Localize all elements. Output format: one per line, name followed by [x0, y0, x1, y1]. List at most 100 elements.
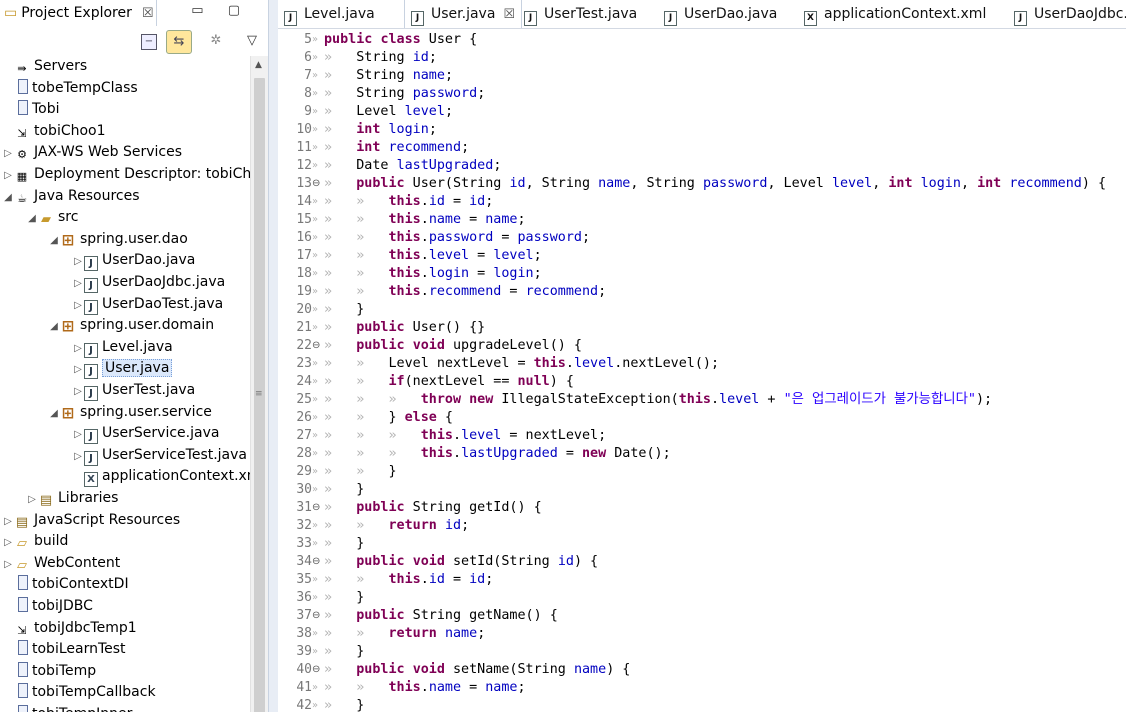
- collapsed-icon[interactable]: ▷: [26, 489, 38, 510]
- tree-item[interactable]: ▷ ▦ Deployment Descriptor: tobiCh: [2, 164, 250, 185]
- code-line[interactable]: » public void setId(String id) {: [324, 553, 598, 571]
- fold-collapse-icon[interactable]: ⊖: [312, 499, 322, 517]
- collapsed-icon[interactable]: ▷: [2, 532, 14, 553]
- expanded-icon[interactable]: ◢: [48, 230, 60, 251]
- code-line[interactable]: » » » this.level = nextLevel;: [324, 427, 606, 445]
- code-line[interactable]: » }: [324, 697, 364, 712]
- tree-item[interactable]: ▷ ▱ build: [2, 531, 68, 552]
- collapsed-icon[interactable]: ▷: [2, 143, 14, 164]
- tree-item[interactable]: tobiTemp: [2, 661, 96, 682]
- tree-item[interactable]: Tobi: [2, 99, 60, 120]
- expanded-icon[interactable]: ◢: [2, 187, 14, 208]
- code-line[interactable]: » }: [324, 481, 364, 499]
- code-line[interactable]: » » return id;: [324, 517, 469, 535]
- editor-tab[interactable]: J UserDaoJdbc.ja: [1014, 0, 1126, 28]
- code-line[interactable]: » » this.level = level;: [324, 247, 542, 265]
- code-line[interactable]: » }: [324, 589, 364, 607]
- tree-item[interactable]: ▷ ▤ Libraries: [26, 488, 118, 509]
- fold-collapse-icon[interactable]: ⊖: [312, 553, 322, 571]
- editor-tab[interactable]: J UserDao.java: [664, 0, 777, 28]
- code-line[interactable]: » » this.id = id;: [324, 571, 493, 589]
- code-line[interactable]: » » } else {: [324, 409, 453, 427]
- code-line[interactable]: » }: [324, 643, 364, 661]
- tree-item[interactable]: ◢ ☕ Java Resources: [2, 186, 139, 208]
- code-line[interactable]: » public String getId() {: [324, 499, 542, 517]
- editor-body[interactable]: 5» 6» 7» 8» 9» 10» 11» 12» 13 ⊖ 14» 15» 16» 17» 18» 19»…: [278, 28, 1126, 712]
- code-line[interactable]: » » this.name = name;: [324, 679, 526, 697]
- tree-item[interactable]: ◢ ⊞ spring.user.dao: [48, 229, 188, 250]
- collapsed-icon[interactable]: ▷: [72, 295, 84, 316]
- collapsed-icon[interactable]: ▷: [72, 338, 84, 359]
- code-line[interactable]: » }: [324, 535, 364, 553]
- tree-item[interactable]: ▷ J UserTest.java: [72, 380, 195, 401]
- fold-collapse-icon[interactable]: ⊖: [312, 607, 322, 625]
- collapsed-icon[interactable]: ▷: [72, 424, 84, 445]
- tree-item[interactable]: tobiTempCallback: [2, 682, 156, 703]
- tree-item[interactable]: tobeTempClass: [2, 78, 138, 99]
- collapsed-icon[interactable]: ▷: [2, 511, 14, 532]
- explorer-tab[interactable]: ▭ Project Explorer ☒: [0, 0, 157, 26]
- code-line[interactable]: » » this.login = login;: [324, 265, 542, 283]
- tree-item[interactable]: ⇲ tobiChoo1: [2, 121, 105, 142]
- tree-item[interactable]: tobiContextDI: [2, 574, 129, 595]
- fold-collapse-icon[interactable]: ⊖: [312, 661, 322, 679]
- link-with-editor-icon[interactable]: ⇆: [166, 30, 192, 54]
- editor-tab[interactable]: J Level.java: [284, 0, 375, 28]
- expanded-icon[interactable]: ◢: [48, 316, 60, 337]
- tree-item[interactable]: ▷ J UserService.java: [72, 423, 219, 445]
- code-line[interactable]: » public void setName(String name) {: [324, 661, 630, 679]
- tree-item[interactable]: ▷ J UserDao.java: [72, 250, 195, 272]
- code-line[interactable]: » » this.password = password;: [324, 229, 590, 247]
- code-line[interactable]: » » this.id = id;: [324, 193, 493, 211]
- code-line[interactable]: » » » throw new IllegalStateException(th…: [324, 391, 992, 409]
- editor-tab[interactable]: XapplicationContext.xml: [804, 0, 986, 28]
- close-icon[interactable]: ☒: [142, 6, 154, 21]
- code-line[interactable]: » » this.name = name;: [324, 211, 526, 229]
- tree-item[interactable]: tobiLearnTest: [2, 639, 126, 660]
- fold-collapse-icon[interactable]: ⊖: [312, 337, 322, 355]
- view-menu-icon[interactable]: ▽: [243, 32, 261, 50]
- tree-item[interactable]: ▷ ▤ JavaScript Resources: [2, 510, 180, 531]
- collapsed-icon[interactable]: ▷: [2, 554, 14, 575]
- tree-item[interactable]: ▷ J User.java: [72, 358, 173, 380]
- code-line[interactable]: » }: [324, 301, 364, 319]
- collapsed-icon[interactable]: ▷: [72, 273, 84, 294]
- code-line[interactable]: » » this.recommend = recommend;: [324, 283, 606, 301]
- close-icon[interactable]: ☒: [503, 7, 515, 22]
- code-line[interactable]: public class User {: [324, 31, 477, 49]
- collapsed-icon[interactable]: ▷: [2, 165, 14, 186]
- code-line[interactable]: » » Level nextLevel = this.level.nextLev…: [324, 355, 719, 373]
- tree-item[interactable]: ⇛ Servers: [2, 56, 87, 77]
- code-line[interactable]: » public String getName() {: [324, 607, 558, 625]
- expanded-icon[interactable]: ◢: [48, 403, 60, 424]
- tree-item[interactable]: ◢ ⊞ spring.user.domain: [48, 315, 214, 336]
- collapsed-icon[interactable]: ▷: [72, 381, 84, 402]
- tree-item[interactable]: ▷ ▱ WebContent: [2, 553, 120, 574]
- code-line[interactable]: » » }: [324, 463, 397, 481]
- tree-item[interactable]: ◢ ▰ src: [26, 207, 78, 228]
- tree-item[interactable]: tobiTempInner: [2, 704, 132, 712]
- code-line[interactable]: » Date lastUpgraded;: [324, 157, 501, 175]
- code-line[interactable]: » public void upgradeLevel() {: [324, 337, 582, 355]
- tree-item[interactable]: ▷ J UserDaoJdbc.java: [72, 272, 225, 293]
- code-line[interactable]: » Level level;: [324, 103, 453, 121]
- fold-collapse-icon[interactable]: ⊖: [312, 175, 322, 193]
- code-line[interactable]: » public User() {}: [324, 319, 485, 337]
- code-line[interactable]: » String name;: [324, 67, 453, 85]
- tree-item[interactable]: ▷ J UserDaoTest.java: [72, 294, 223, 315]
- tree-item[interactable]: ▷ ⚙ JAX-WS Web Services: [2, 142, 182, 163]
- collapse-all-icon[interactable]: −: [141, 34, 157, 50]
- code-line[interactable]: » int recommend;: [324, 139, 469, 157]
- editor-tab[interactable]: J UserTest.java: [524, 0, 637, 28]
- collapsed-icon[interactable]: ▷: [72, 251, 84, 272]
- tree-item[interactable]: tobiJDBC: [2, 596, 93, 617]
- tree-item[interactable]: ▷ J UserServiceTest.java: [72, 445, 247, 466]
- code-line[interactable]: » String password;: [324, 85, 485, 103]
- code-line[interactable]: » » return name;: [324, 625, 485, 643]
- minimize-maximize-icon[interactable]: ▭ ▢: [191, 3, 250, 18]
- collapsed-icon[interactable]: ▷: [72, 446, 84, 467]
- code-line[interactable]: » » » this.lastUpgraded = new Date();: [324, 445, 671, 463]
- explorer-scrollbar[interactable]: ▲ ≡: [250, 56, 268, 712]
- code-line[interactable]: » public User(String id, String name, St…: [324, 175, 1106, 193]
- editor-tab[interactable]: J User.java ☒: [404, 0, 523, 28]
